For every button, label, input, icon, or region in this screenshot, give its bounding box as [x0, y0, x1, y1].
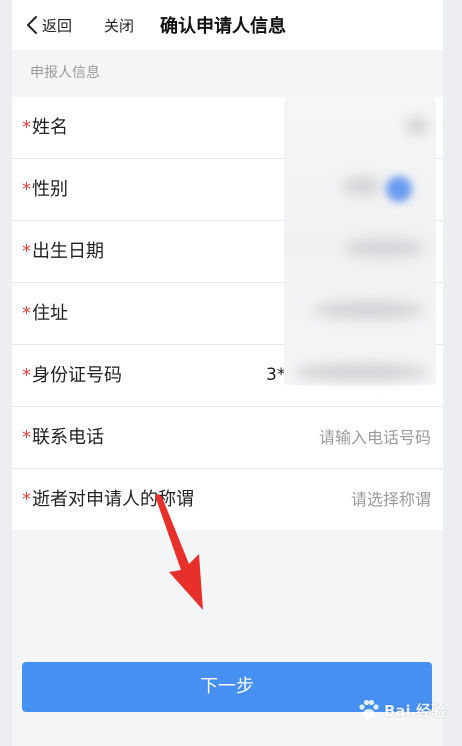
- form-row-phone[interactable]: *联系电话 请输入电话号码: [12, 407, 443, 469]
- blurred-value: [314, 301, 424, 319]
- app-screen: 返回 关闭 确认申请人信息 申报人信息 *姓名 *性别 *出生日期 *住址 *身…: [12, 0, 446, 746]
- watermark-text: Bai 经验: [384, 701, 446, 720]
- form-row-relation[interactable]: *逝者对申请人的称谓 请选择称谓: [12, 469, 443, 530]
- relation-select[interactable]: 请选择称谓: [351, 469, 431, 530]
- phone-input[interactable]: 请输入电话号码: [319, 407, 431, 468]
- row-label: *住址: [22, 303, 68, 324]
- required-star: *: [22, 303, 31, 324]
- id-number-value: 3*: [266, 365, 286, 385]
- watermark: Bai 经验: [356, 690, 456, 730]
- required-star: *: [22, 179, 31, 200]
- section-label: 申报人信息: [30, 65, 100, 81]
- blurred-value: [342, 177, 382, 195]
- back-button[interactable]: 返回: [26, 13, 72, 37]
- privacy-blur-overlay: [284, 97, 436, 385]
- row-label: *性别: [22, 179, 68, 200]
- required-star: *: [22, 365, 31, 386]
- gender-radio-icon: [386, 176, 412, 202]
- row-label: *姓名: [22, 117, 68, 138]
- required-star: *: [22, 489, 31, 510]
- page-title: 确认申请人信息: [160, 16, 286, 37]
- blurred-value: [344, 239, 424, 257]
- row-label: *联系电话: [22, 427, 104, 448]
- page: 返回 关闭 确认申请人信息 申报人信息 *姓名 *性别 *出生日期 *住址 *身…: [0, 0, 462, 746]
- paw-logo-icon: [359, 699, 379, 719]
- top-nav-bar: 返回 关闭 确认申请人信息: [12, 0, 443, 50]
- red-arrow-annotation-icon: [155, 494, 203, 610]
- close-button[interactable]: 关闭: [104, 15, 134, 36]
- required-star: *: [22, 427, 31, 448]
- required-star: *: [22, 241, 31, 262]
- back-label: 返回: [42, 16, 73, 35]
- required-star: *: [22, 117, 31, 138]
- blurred-value: [294, 363, 428, 381]
- chevron-left-icon: [27, 16, 37, 34]
- row-label: *身份证号码: [22, 365, 122, 386]
- row-label: *出生日期: [22, 241, 104, 262]
- blurred-value: [406, 117, 428, 135]
